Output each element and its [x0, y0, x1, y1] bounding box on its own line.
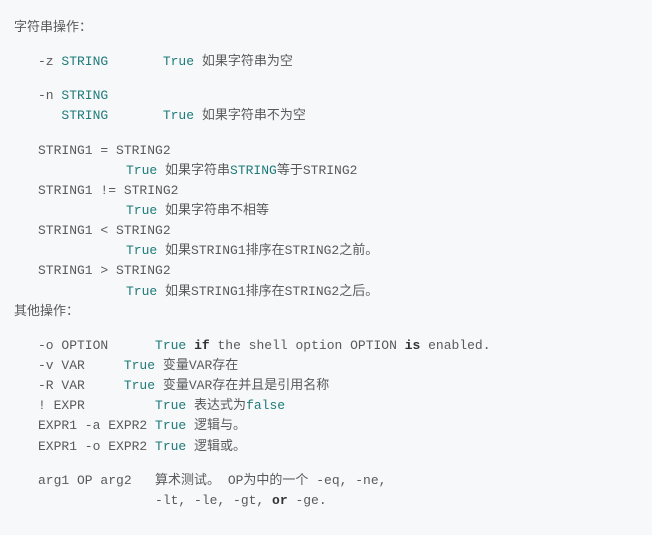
true-kw: True — [124, 378, 155, 393]
pad — [38, 108, 61, 123]
desc: 逻辑与。 — [186, 418, 246, 433]
flag: -R VAR — [38, 378, 124, 393]
desc: 如果STRING1排序在STRING2之前。 — [157, 243, 378, 258]
mid: the shell option OPTION — [210, 338, 405, 353]
sp — [186, 338, 194, 353]
blank — [14, 38, 638, 52]
opt-ne-desc: True 如果字符串不相等 — [14, 201, 638, 221]
flag: EXPR1 -o EXPR2 — [38, 439, 155, 454]
opt-and: EXPR1 -a EXPR2 True 逻辑与。 — [14, 416, 638, 436]
blank — [14, 127, 638, 141]
desc1: 如果字符串 — [157, 163, 230, 178]
true-kw: True — [126, 163, 157, 178]
true-kw: True — [155, 418, 186, 433]
or-kw: or — [272, 493, 288, 508]
opt-n-line2: STRING True 如果字符串不为空 — [14, 106, 638, 126]
opt-v: -v VAR True 变量VAR存在 — [14, 356, 638, 376]
header-string-ops: 字符串操作： — [14, 18, 638, 38]
arg: STRING — [61, 108, 108, 123]
if-kw: if — [194, 338, 210, 353]
true-kw: True — [163, 108, 194, 123]
part-b: -ge. — [288, 493, 327, 508]
blank — [14, 322, 638, 336]
gap — [108, 108, 163, 123]
opt-o: -o OPTION True if the shell option OPTIO… — [14, 336, 638, 356]
false-kw: false — [246, 398, 285, 413]
header-other-ops: 其他操作： — [14, 302, 638, 322]
true-kw: True — [124, 358, 155, 373]
end: enabled. — [420, 338, 490, 353]
desc: 如果字符串不为空 — [194, 108, 306, 123]
opt-not: ! EXPR True 表达式为false — [14, 396, 638, 416]
opt-z: -z STRING True 如果字符串为空 — [14, 52, 638, 72]
desc: 如果字符串不相等 — [157, 203, 269, 218]
desc: 表达式为 — [186, 398, 246, 413]
arg: STRING — [61, 88, 108, 103]
is-kw: is — [405, 338, 421, 353]
opt-or: EXPR1 -o EXPR2 True 逻辑或。 — [14, 437, 638, 457]
true-kw: True — [155, 439, 186, 454]
desc: 逻辑或。 — [186, 439, 246, 454]
true-kw: True — [126, 203, 157, 218]
blank — [14, 457, 638, 471]
opt-n-line1: -n STRING — [14, 86, 638, 106]
desc: 变量VAR存在并且是引用名称 — [155, 378, 329, 393]
opt-gt-expr: STRING1 > STRING2 — [14, 261, 638, 281]
desc2: 等于STRING2 — [277, 163, 358, 178]
flag: -z — [38, 54, 61, 69]
arg: STRING — [61, 54, 108, 69]
true-kw: True — [155, 338, 186, 353]
desc: 变量VAR存在 — [155, 358, 238, 373]
true-kw: True — [163, 54, 194, 69]
gap — [108, 54, 163, 69]
flag: ! EXPR — [38, 398, 155, 413]
opt-R: -R VAR True 变量VAR存在并且是引用名称 — [14, 376, 638, 396]
opt-ne-expr: STRING1 != STRING2 — [14, 181, 638, 201]
true-kw: True — [126, 243, 157, 258]
flag: -n — [38, 88, 61, 103]
opt-eq-expr: STRING1 = STRING2 — [14, 141, 638, 161]
flag: -v VAR — [38, 358, 124, 373]
opt-gt-desc: True 如果STRING1排序在STRING2之后。 — [14, 282, 638, 302]
desc: 如果STRING1排序在STRING2之后。 — [157, 284, 378, 299]
arith-line1: arg1 OP arg2 算术测试。 OP为中的一个 -eq, -ne, — [14, 471, 638, 491]
opt-lt-desc: True 如果STRING1排序在STRING2之前。 — [14, 241, 638, 261]
flag: -o OPTION — [38, 338, 155, 353]
true-kw: True — [126, 284, 157, 299]
opt-lt-expr: STRING1 < STRING2 — [14, 221, 638, 241]
opt-eq-desc: True 如果字符串STRING等于STRING2 — [14, 161, 638, 181]
flag: EXPR1 -a EXPR2 — [38, 418, 155, 433]
var: STRING — [230, 163, 277, 178]
part-a: -lt, -le, -gt, — [38, 493, 272, 508]
blank — [14, 72, 638, 86]
desc: 如果字符串为空 — [194, 54, 293, 69]
true-kw: True — [155, 398, 186, 413]
